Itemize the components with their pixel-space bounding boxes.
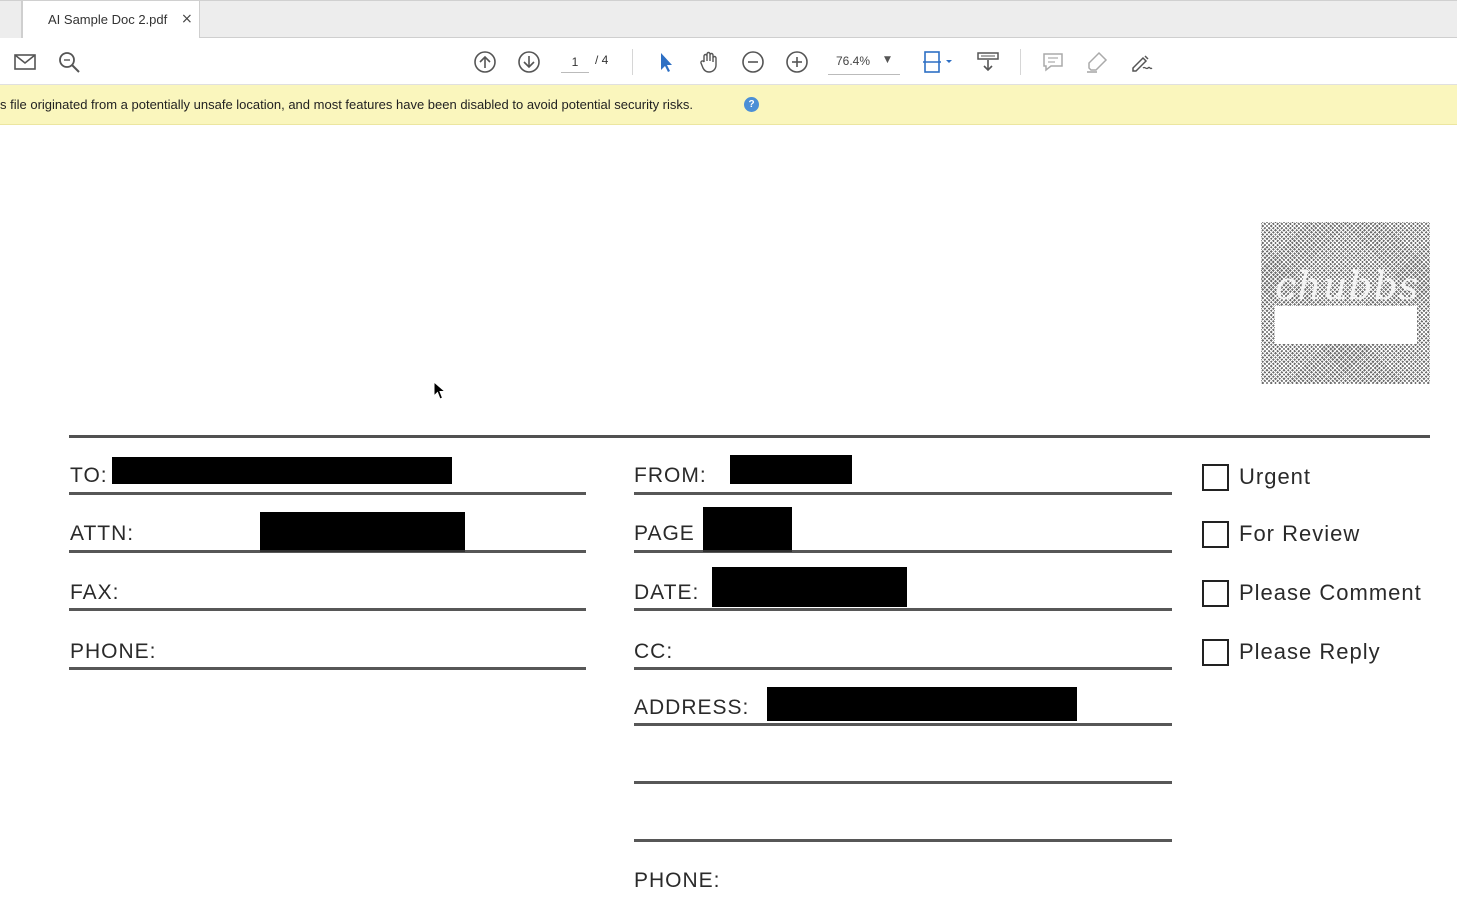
select-arrow-icon[interactable] <box>652 49 678 75</box>
mail-icon[interactable] <box>12 49 38 75</box>
redaction-box <box>112 457 452 484</box>
sign-icon[interactable] <box>1128 49 1154 75</box>
mouse-cursor-icon <box>433 381 447 400</box>
header-divider <box>69 435 1430 438</box>
logo-white-bar <box>1275 306 1417 344</box>
company-logo: chubbs <box>1261 222 1430 384</box>
hand-tool-icon[interactable] <box>696 49 722 75</box>
highlight-icon[interactable] <box>1084 49 1110 75</box>
zoom-in-icon[interactable] <box>784 49 810 75</box>
chevron-down-icon: ▼ <box>884 55 891 65</box>
tab-close-icon[interactable]: × <box>181 11 193 27</box>
field-rule <box>634 781 1172 784</box>
field-rule <box>634 608 1172 611</box>
please-comment-checkbox[interactable] <box>1202 580 1229 607</box>
field-rule <box>634 492 1172 495</box>
field-rule <box>69 492 586 495</box>
fax-label: FAX: <box>70 581 120 604</box>
toolbar-separator <box>632 49 633 75</box>
security-warning-text: s file originated from a potentially uns… <box>0 97 694 112</box>
page-total: / 4 <box>595 53 609 67</box>
tab-title: AI Sample Doc 2.pdf <box>48 12 168 27</box>
attn-label: ATTN: <box>70 522 135 545</box>
search-icon[interactable] <box>56 49 82 75</box>
document-tab[interactable]: AI Sample Doc 2.pdf × <box>22 1 200 39</box>
field-rule <box>69 667 586 670</box>
field-rule <box>634 667 1172 670</box>
for-review-checkbox[interactable] <box>1202 521 1229 548</box>
field-rule <box>634 839 1172 842</box>
page-number-input[interactable] <box>561 51 589 73</box>
tab-bar: AI Sample Doc 2.pdf × <box>0 0 1457 39</box>
redaction-box <box>767 687 1077 721</box>
toolbar: / 4 76.4% ▼ <box>0 38 1457 85</box>
field-rule <box>634 723 1172 726</box>
page-down-icon[interactable] <box>516 49 542 75</box>
phone-label-right: PHONE: <box>634 869 721 892</box>
please-reply-checkbox[interactable] <box>1202 639 1229 666</box>
redaction-box <box>703 507 792 552</box>
redaction-box <box>712 567 907 607</box>
please-comment-label: Please Comment <box>1239 580 1422 605</box>
comment-icon[interactable] <box>1040 49 1066 75</box>
cc-label: CC: <box>634 640 674 663</box>
page-label: PAGE <box>634 522 695 545</box>
to-label: TO: <box>70 464 108 487</box>
please-reply-label: Please Reply <box>1239 639 1381 664</box>
document-page: chubbs TO: ATTN: FAX: PHONE: FROM: PAGE … <box>0 126 1457 916</box>
help-icon[interactable]: ? <box>744 97 759 112</box>
page-up-icon[interactable] <box>472 49 498 75</box>
from-label: FROM: <box>634 464 707 487</box>
field-rule <box>634 550 1172 553</box>
phone-label: PHONE: <box>70 640 157 663</box>
zoom-level-dropdown[interactable]: 76.4% ▼ <box>828 49 900 75</box>
for-review-label: For Review <box>1239 521 1361 546</box>
scroll-mode-icon[interactable] <box>975 49 1001 75</box>
field-rule <box>69 550 586 553</box>
toolbar-separator <box>1020 49 1021 75</box>
urgent-label: Urgent <box>1239 464 1312 489</box>
date-label: DATE: <box>634 581 700 604</box>
logo-script-text: chubbs <box>1275 264 1420 308</box>
redaction-box <box>730 455 852 484</box>
security-warning-bar: s file originated from a potentially uns… <box>0 85 1457 125</box>
fit-page-icon[interactable] <box>920 49 956 75</box>
zoom-out-icon[interactable] <box>740 49 766 75</box>
field-rule <box>69 608 586 611</box>
urgent-checkbox[interactable] <box>1202 464 1229 491</box>
address-label: ADDRESS: <box>634 696 750 719</box>
zoom-value: 76.4% <box>836 54 871 68</box>
redaction-box <box>260 512 465 552</box>
tab-stub[interactable] <box>0 1 22 38</box>
